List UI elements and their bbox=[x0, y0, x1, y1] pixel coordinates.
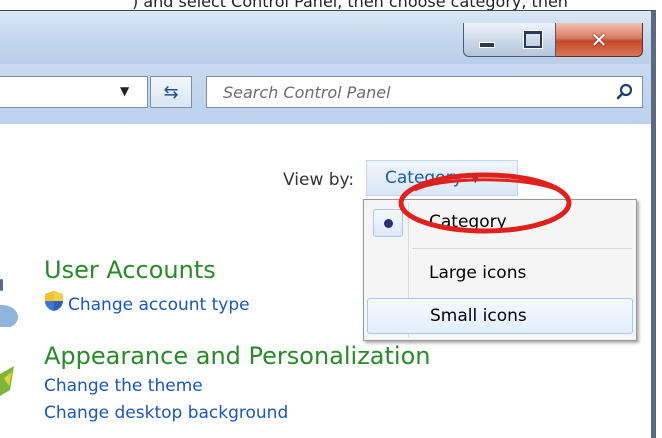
category-heading-user-accounts[interactable]: User Accounts bbox=[44, 256, 216, 284]
menu-item-small-icons[interactable]: Small icons bbox=[367, 298, 633, 334]
menu-item-label: Small icons bbox=[430, 306, 527, 326]
view-by-label: View by: bbox=[283, 170, 355, 190]
annotation-ellipse bbox=[398, 172, 572, 234]
menu-separator bbox=[412, 248, 632, 249]
link-change-account-type[interactable]: Change account type bbox=[68, 295, 250, 315]
caption-text: ) and select Control Panel, then choose … bbox=[132, 0, 568, 11]
link-change-theme[interactable]: Change the theme bbox=[44, 376, 203, 396]
menu-item-label: Large icons bbox=[429, 263, 527, 283]
appearance-icon bbox=[0, 360, 16, 404]
user-accounts-icon bbox=[0, 279, 18, 329]
shield-icon bbox=[45, 291, 63, 311]
category-heading-appearance[interactable]: Appearance and Personalization bbox=[44, 342, 430, 370]
radio-dot-icon bbox=[383, 218, 393, 228]
link-change-desktop-background[interactable]: Change desktop background bbox=[44, 403, 288, 423]
menu-item-large-icons[interactable]: Large icons bbox=[367, 255, 633, 293]
